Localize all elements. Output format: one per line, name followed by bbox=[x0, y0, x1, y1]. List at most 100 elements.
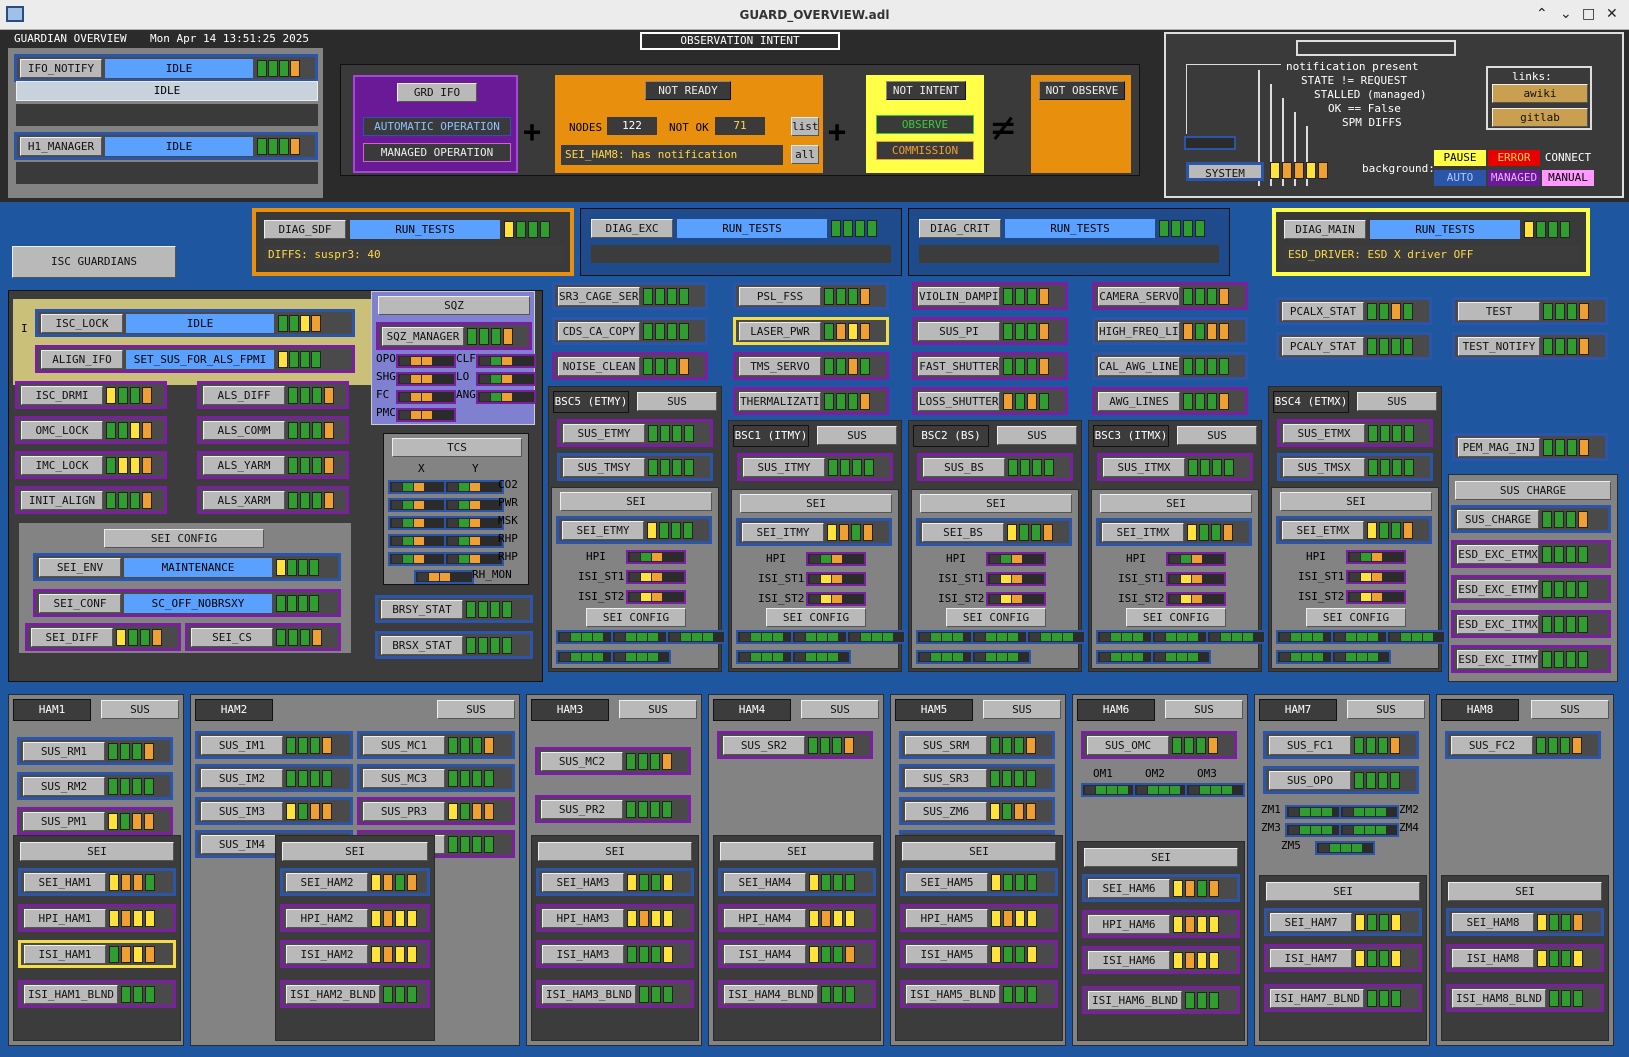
mini-indicator[interactable] bbox=[444, 480, 504, 494]
sei-ham3-button[interactable]: SEI_HAM3 bbox=[542, 873, 624, 892]
loss-shutter-c-button[interactable]: LOSS_SHUTTER_C bbox=[918, 392, 1000, 411]
isi-ham6-button[interactable]: ISI_HAM6 bbox=[1088, 951, 1170, 970]
sei-ham5-button[interactable]: SEI_HAM5 bbox=[906, 873, 988, 892]
mini-indicator[interactable] bbox=[444, 498, 504, 512]
sei-ham6-button[interactable]: SEI_HAM6 bbox=[1088, 879, 1170, 898]
list-button[interactable]: list bbox=[791, 117, 819, 136]
diag-exc-button[interactable]: DIAG_EXC bbox=[591, 219, 673, 238]
mini-indicator[interactable] bbox=[1276, 630, 1336, 644]
mini-indicator[interactable] bbox=[1285, 823, 1345, 837]
sei-ham2-button[interactable]: SEI_HAM2 bbox=[286, 873, 368, 892]
isi-ham8-blnd-button[interactable]: ISI_HAM8_BLND bbox=[1452, 989, 1546, 1008]
awg-lines-button[interactable]: AWG_LINES bbox=[1098, 392, 1180, 411]
mini-indicator[interactable] bbox=[556, 630, 616, 644]
mini-indicator[interactable] bbox=[1166, 592, 1226, 606]
sus-charge-title[interactable]: SUS CHARGE bbox=[1455, 481, 1611, 500]
ham-sei-button[interactable]: SEI bbox=[282, 842, 428, 861]
mini-indicator[interactable] bbox=[1315, 841, 1375, 855]
automatic-operation-button[interactable]: AUTOMATIC OPERATION bbox=[363, 117, 511, 136]
mini-indicator[interactable] bbox=[1166, 552, 1226, 566]
bsc-sei-config-button[interactable]: SEI CONFIG bbox=[766, 608, 866, 627]
mini-indicator[interactable] bbox=[414, 570, 474, 584]
mini-indicator[interactable] bbox=[736, 630, 796, 644]
sus-sr2-button[interactable]: SUS_SR2 bbox=[723, 736, 805, 755]
not-ready-button[interactable]: NOT READY bbox=[645, 81, 731, 100]
hpi-ham3-button[interactable]: HPI_HAM3 bbox=[542, 909, 624, 928]
diag-sdf-button[interactable]: DIAG_SDF bbox=[264, 220, 346, 239]
mini-indicator[interactable] bbox=[846, 630, 906, 644]
not-intent-button[interactable]: NOT INTENT bbox=[886, 81, 966, 100]
mini-indicator[interactable] bbox=[806, 572, 866, 586]
ham-sei-button[interactable]: SEI bbox=[20, 842, 174, 861]
fast-shutter-button[interactable]: FAST_SHUTTER bbox=[918, 357, 1000, 376]
isi-ham2-button[interactable]: ISI_HAM2 bbox=[286, 945, 368, 964]
sei-itmx-button[interactable]: SEI_ITMX bbox=[1102, 523, 1184, 542]
thermalization-button[interactable]: THERMALIZATION bbox=[739, 392, 821, 411]
mini-indicator[interactable] bbox=[916, 650, 976, 664]
mini-indicator[interactable] bbox=[736, 650, 796, 664]
isc-lock-button[interactable]: ISC_LOCK bbox=[41, 314, 123, 333]
mini-indicator[interactable] bbox=[1151, 650, 1211, 664]
laser-pwr-button[interactable]: LASER_PWR bbox=[739, 322, 821, 341]
isi-ham8-button[interactable]: ISI_HAM8 bbox=[1452, 949, 1534, 968]
mini-indicator[interactable] bbox=[1096, 650, 1156, 664]
bsc-sus-button[interactable]: SUS bbox=[1357, 392, 1437, 411]
sei-conf-button[interactable]: SEI_CONF bbox=[39, 594, 121, 613]
cal-awg-lines-button[interactable]: CAL_AWG_LINES bbox=[1098, 357, 1180, 376]
mini-indicator[interactable] bbox=[986, 592, 1046, 606]
ham-sus-button[interactable]: SUS bbox=[1347, 700, 1425, 719]
mini-indicator[interactable] bbox=[476, 354, 536, 368]
isi-ham3-blnd-button[interactable]: ISI_HAM3_BLND bbox=[542, 985, 636, 1004]
bsc-sei-button[interactable]: SEI bbox=[560, 492, 712, 511]
imc-lock-button[interactable]: IMC_LOCK bbox=[21, 456, 103, 475]
als-yarm-button[interactable]: ALS_YARM bbox=[203, 456, 285, 475]
mini-indicator[interactable] bbox=[1339, 823, 1399, 837]
isi-ham1-button[interactable]: ISI_HAM1 bbox=[24, 945, 106, 964]
mini-indicator[interactable] bbox=[1346, 590, 1406, 604]
mini-indicator[interactable] bbox=[1276, 650, 1336, 664]
sus-tmsx-button[interactable]: SUS_TMSX bbox=[1283, 458, 1365, 477]
align-ifo-button[interactable]: ALIGN_IFO bbox=[41, 350, 123, 369]
mini-indicator[interactable] bbox=[476, 372, 536, 386]
mini-indicator[interactable] bbox=[388, 498, 448, 512]
esd-exc-etmx-button[interactable]: ESD_EXC_ETMX bbox=[1457, 545, 1539, 564]
ham-sei-button[interactable]: SEI bbox=[1084, 848, 1238, 867]
bsc-sei-button[interactable]: SEI bbox=[1100, 494, 1252, 513]
sei-bs-button[interactable]: SEI_BS bbox=[922, 523, 1004, 542]
mini-indicator[interactable] bbox=[611, 650, 671, 664]
sus-pr2-button[interactable]: SUS_PR2 bbox=[541, 800, 623, 819]
isi-ham1-blnd-button[interactable]: ISI_HAM1_BLND bbox=[24, 985, 118, 1004]
sus-rm2-button[interactable]: SUS_RM2 bbox=[23, 777, 105, 796]
mini-indicator[interactable] bbox=[388, 480, 448, 494]
mini-indicator[interactable] bbox=[666, 630, 726, 644]
mini-indicator[interactable] bbox=[971, 650, 1031, 664]
sus-pr3-button[interactable]: SUS_PR3 bbox=[363, 802, 445, 821]
bsc-sei-config-button[interactable]: SEI CONFIG bbox=[1306, 608, 1406, 627]
bsc-sei-config-button[interactable]: SEI CONFIG bbox=[586, 608, 686, 627]
close-icon[interactable]: ✕ bbox=[1606, 6, 1618, 22]
camera-servo-button[interactable]: CAMERA_SERVO bbox=[1098, 287, 1180, 306]
cds-ca-copy-button[interactable]: CDS_CA_COPY bbox=[558, 322, 640, 341]
diag-crit-button[interactable]: DIAG_CRIT bbox=[919, 219, 1001, 238]
sus-tmsy-button[interactable]: SUS_TMSY bbox=[563, 458, 645, 477]
grd-ifo-button[interactable]: GRD IFO bbox=[397, 83, 477, 102]
sei-ham7-button[interactable]: SEI_HAM7 bbox=[1270, 913, 1352, 932]
init-align-button[interactable]: INIT_ALIGN bbox=[21, 491, 103, 510]
mini-indicator[interactable] bbox=[1331, 630, 1391, 644]
sqz-title-button[interactable]: SQZ bbox=[378, 296, 530, 315]
isi-ham5-blnd-button[interactable]: ISI_HAM5_BLND bbox=[906, 985, 1000, 1004]
observe-button[interactable]: OBSERVE bbox=[876, 115, 974, 134]
pcaly-stat-button[interactable]: PCALY_STAT bbox=[1282, 337, 1364, 356]
sei-diff-button[interactable]: SEI_DIFF bbox=[31, 628, 113, 647]
sus-opo-button[interactable]: SUS_OPO bbox=[1269, 771, 1351, 790]
omc-lock-button[interactable]: OMC_LOCK bbox=[21, 421, 103, 440]
ham-sus-button[interactable]: SUS bbox=[1531, 700, 1609, 719]
not-observe-button[interactable]: NOT OBSERVE bbox=[1039, 81, 1125, 100]
bsc-sus-button[interactable]: SUS bbox=[637, 392, 717, 411]
mini-indicator[interactable] bbox=[986, 572, 1046, 586]
mini-indicator[interactable] bbox=[1206, 630, 1266, 644]
hpi-ham5-button[interactable]: HPI_HAM5 bbox=[906, 909, 988, 928]
bsc-sus-button[interactable]: SUS bbox=[997, 426, 1077, 445]
psl-fss-button[interactable]: PSL_FSS bbox=[739, 287, 821, 306]
bsc-sei-config-button[interactable]: SEI CONFIG bbox=[1126, 608, 1226, 627]
